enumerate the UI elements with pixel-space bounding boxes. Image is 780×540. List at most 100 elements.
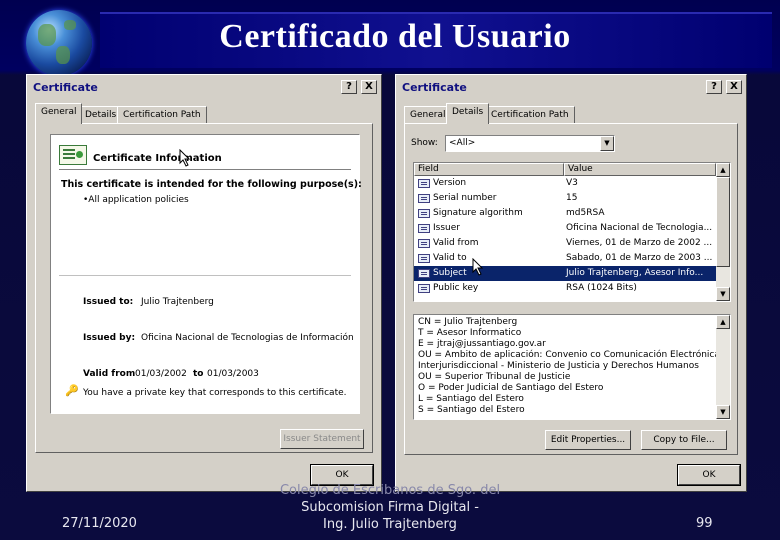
field-value: 15 — [566, 193, 578, 203]
field-name: Valid to — [433, 253, 467, 263]
dialog-titlebar: Certificate ? X — [398, 77, 744, 97]
list-item-selected[interactable]: Subject Julio Trajtenberg, Asesor Info... — [414, 266, 716, 281]
field-name: Signature algorithm — [433, 208, 523, 218]
field-icon — [418, 284, 430, 293]
close-button[interactable]: X — [361, 80, 377, 94]
valid-to-label: to — [193, 369, 204, 379]
list-item[interactable]: Serial number 15 — [414, 191, 716, 206]
issuer-statement-button[interactable]: Issuer Statement — [280, 429, 364, 449]
field-value: Sabado, 01 de Marzo de 2003 ... — [566, 253, 713, 263]
mouse-cursor-icon — [472, 257, 484, 279]
field-name: Public key — [433, 283, 479, 293]
certificate-dialog-details: Certificate ? X General Details Certific… — [395, 74, 747, 492]
tab-certification-path[interactable]: Certification Path — [485, 106, 575, 124]
detail-line: Interjurisdiccional - Ministerio de Just… — [418, 361, 699, 371]
private-key-note: You have a private key that corresponds … — [83, 388, 347, 398]
certificate-info-box: Certificate Information This certificate… — [50, 134, 362, 414]
field-name: Subject — [433, 268, 467, 278]
list-item[interactable]: Signature algorithm md5RSA — [414, 206, 716, 221]
detail-line: O = Poder Judicial de Santiago del Ester… — [418, 383, 604, 393]
certificate-info-heading: Certificate Information — [93, 153, 222, 164]
field-name: Serial number — [433, 193, 497, 203]
scroll-down-icon[interactable]: ▼ — [716, 287, 730, 301]
footer-line: Subcomision Firma Digital - — [301, 500, 479, 515]
footer-line: Ing. Julio Trajtenberg — [323, 517, 457, 532]
column-header-field[interactable]: Field — [414, 163, 564, 176]
general-tab-panel: Certificate Information This certificate… — [35, 123, 373, 453]
field-name: Valid from — [433, 238, 479, 248]
field-list[interactable]: Field Value Version V3 Serial number 15 Si… — [413, 162, 731, 302]
slide-title: Certificado del Usuario — [219, 18, 571, 55]
help-button[interactable]: ? — [341, 80, 357, 94]
field-icon — [418, 239, 430, 248]
list-item[interactable]: Valid from Viernes, 01 de Marzo de 2002 .… — [414, 236, 716, 251]
valid-to-value: 01/03/2003 — [207, 369, 259, 379]
purpose-item: •All application policies — [83, 195, 189, 205]
details-tab-panel: Show: <All> ▼ Field Value Version V3 Seri… — [404, 123, 738, 455]
list-scrollbar[interactable]: ▲ ▼ — [716, 163, 730, 301]
field-value: Julio Trajtenberg, Asesor Info... — [566, 268, 704, 278]
field-value: md5RSA — [566, 208, 605, 218]
mouse-cursor-icon — [179, 148, 191, 170]
list-item[interactable]: Version V3 — [414, 176, 716, 191]
tab-details[interactable]: Details — [446, 103, 490, 124]
page-number: 99 — [696, 516, 713, 531]
scroll-down-icon[interactable]: ▼ — [716, 405, 730, 419]
ok-button[interactable]: OK — [677, 464, 741, 486]
field-name: Issuer — [433, 223, 460, 233]
list-header: Field Value — [414, 163, 716, 176]
valid-from-value: 01/03/2002 — [135, 369, 187, 379]
issued-to-value: Julio Trajtenberg — [141, 297, 214, 307]
show-select[interactable]: <All> ▼ — [445, 135, 615, 152]
field-icon — [418, 179, 430, 188]
tab-certification-path[interactable]: Certification Path — [117, 106, 207, 124]
valid-from-label: Valid from — [83, 369, 136, 379]
footer-line: Colegio de Escribanos de Sgo. del — [279, 483, 501, 498]
dialog-title: Certificate — [402, 81, 467, 94]
scroll-up-icon[interactable]: ▲ — [716, 315, 730, 329]
certificate-dialog-general: Certificate ? X General Details Certific… — [26, 74, 382, 492]
close-button[interactable]: X — [726, 80, 742, 94]
field-icon — [418, 269, 430, 278]
globe-icon — [26, 10, 92, 76]
scroll-up-icon[interactable]: ▲ — [716, 163, 730, 177]
dialog-titlebar: Certificate ? X — [29, 77, 379, 97]
issued-to-label: Issued to: — [83, 297, 134, 307]
field-value: Oficina Nacional de Tecnologia... — [566, 223, 713, 233]
help-button[interactable]: ? — [706, 80, 722, 94]
divider — [59, 169, 351, 170]
field-name: Version — [433, 178, 467, 188]
certificate-icon — [59, 145, 87, 165]
footer-date: 27/11/2020 — [62, 516, 137, 531]
field-detail-text[interactable]: CN = Julio Trajtenberg T = Asesor Inform… — [413, 314, 731, 420]
field-icon — [418, 254, 430, 263]
footer-credits: Colegio de Escribanos de Sgo. del Subcom… — [270, 482, 510, 533]
field-value: V3 — [566, 178, 578, 188]
issued-by-value: Oficina Nacional de Tecnologias de Infor… — [141, 333, 354, 343]
text-scrollbar[interactable]: ▲ ▼ — [716, 315, 730, 419]
detail-line: S = Santiago del Estero — [418, 405, 525, 415]
detail-line: T = Asesor Informatico — [418, 328, 522, 338]
tab-general[interactable]: General — [404, 106, 452, 124]
key-icon: 🔑 — [65, 384, 79, 397]
detail-line: L = Santiago del Estero — [418, 394, 524, 404]
column-header-value[interactable]: Value — [564, 163, 716, 176]
scroll-thumb[interactable] — [716, 177, 730, 267]
detail-line: E = jtraj@jussantiago.gov.ar — [418, 339, 546, 349]
copy-to-file-button[interactable]: Copy to File... — [641, 430, 727, 450]
field-icon — [418, 209, 430, 218]
issued-by-label: Issued by: — [83, 333, 136, 343]
list-item[interactable]: Valid to Sabado, 01 de Marzo de 2003 ... — [414, 251, 716, 266]
field-icon — [418, 224, 430, 233]
dropdown-arrow-icon[interactable]: ▼ — [600, 136, 614, 151]
tab-details[interactable]: Details — [79, 106, 123, 124]
detail-line: OU = Superior Tribunal de Justicie — [418, 372, 571, 382]
detail-line: CN = Julio Trajtenberg — [418, 317, 518, 327]
show-select-value: <All> — [449, 138, 476, 148]
tab-general[interactable]: General — [35, 103, 83, 124]
list-item[interactable]: Issuer Oficina Nacional de Tecnologia... — [414, 221, 716, 236]
list-item[interactable]: Public key RSA (1024 Bits) — [414, 281, 716, 296]
divider — [59, 275, 351, 276]
purpose-heading: This certificate is intended for the fol… — [61, 179, 362, 190]
edit-properties-button[interactable]: Edit Properties... — [545, 430, 631, 450]
